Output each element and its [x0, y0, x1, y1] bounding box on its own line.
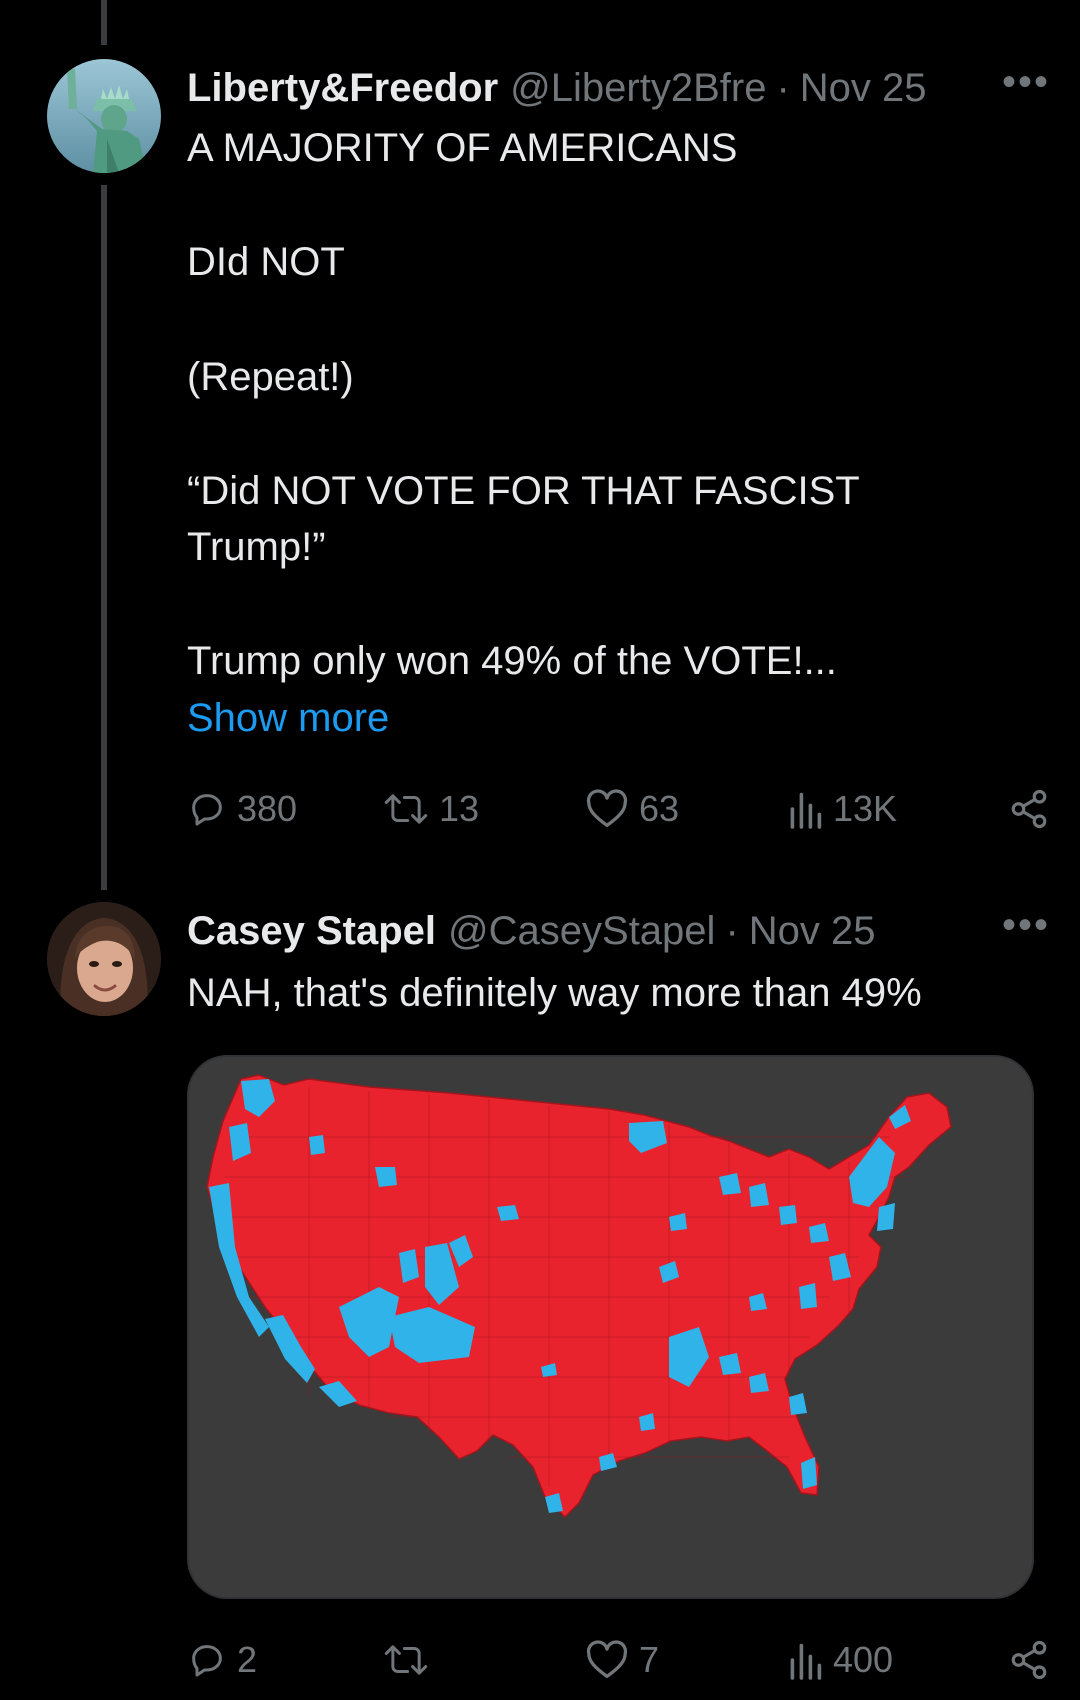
more-icon[interactable]: •••: [1002, 60, 1050, 105]
views-icon: [790, 1643, 822, 1680]
views-count: 13K: [833, 788, 898, 829]
tweet-header: Casey Stapel @CaseyStapel · Nov 25 •••: [187, 903, 1050, 959]
like-button[interactable]: 63: [585, 779, 679, 839]
reply-button[interactable]: 2: [187, 1630, 257, 1690]
statue-of-liberty-avatar: [47, 59, 161, 173]
reply-icon: [192, 1645, 222, 1677]
tweet-date[interactable]: Nov 25: [749, 909, 876, 954]
reply-count: 2: [237, 1639, 258, 1680]
share-button[interactable]: [1008, 779, 1050, 839]
thread-line: [101, 185, 107, 890]
display-name[interactable]: Liberty&Freedor: [187, 66, 498, 111]
tweet-line: “Did NOT VOTE FOR THAT FASCIST: [187, 469, 860, 513]
views-button[interactable]: 400: [787, 1630, 893, 1690]
display-name[interactable]: Casey Stapel: [187, 909, 436, 954]
separator: ·: [725, 908, 739, 953]
repost-button[interactable]: [383, 1630, 439, 1690]
user-handle[interactable]: @Liberty2Bfre: [510, 66, 766, 111]
repost-icon: [384, 794, 428, 824]
like-button[interactable]: 7: [585, 1630, 659, 1690]
show-more-link[interactable]: Show more: [187, 690, 389, 746]
views-button[interactable]: 13K: [787, 779, 897, 839]
user-handle[interactable]: @CaseyStapel: [448, 909, 715, 954]
views-icon: [790, 792, 822, 829]
more-icon[interactable]: •••: [1002, 903, 1050, 948]
tweet-header: Liberty&Freedor @Liberty2Bfre · Nov 25 •…: [187, 60, 1050, 116]
thread-line-top: [101, 0, 107, 45]
like-icon: [586, 789, 628, 827]
tweet-line: Trump!”: [187, 525, 326, 569]
like-count: 7: [639, 1639, 660, 1680]
tweet-date[interactable]: Nov 25: [800, 66, 927, 111]
tweet-line: Trump only won 49% of the VOTE!...: [187, 639, 837, 683]
tweet-actions: 2 7 400: [187, 1630, 1050, 1690]
map-image[interactable]: [187, 1055, 1034, 1599]
share-button[interactable]: [1008, 1630, 1050, 1690]
county-election-map: [206, 1074, 952, 1519]
avatar[interactable]: [47, 59, 161, 173]
repost-button[interactable]: 13: [383, 779, 479, 839]
profile-photo: [47, 902, 161, 1016]
tweet-line: (Repeat!): [187, 355, 354, 399]
reply-count: 380: [237, 788, 298, 829]
like-icon: [586, 1640, 628, 1678]
tweet-actions: 380 13 63 13K: [187, 779, 1050, 839]
tweet-line: A MAJORITY OF AMERICANS: [187, 126, 738, 170]
repost-count: 13: [439, 788, 480, 829]
tweet-text: NAH, that's definitely way more than 49%: [187, 971, 922, 1015]
separator: ·: [776, 65, 790, 110]
share-icon: [1011, 789, 1047, 829]
share-icon: [1011, 1640, 1047, 1680]
like-count: 63: [639, 788, 680, 829]
reply-icon: [192, 794, 222, 826]
repost-icon: [384, 1645, 428, 1675]
avatar[interactable]: [47, 902, 161, 1016]
views-count: 400: [833, 1639, 894, 1680]
tweet-line: DId NOT: [187, 240, 345, 284]
reply-button[interactable]: 380: [187, 779, 297, 839]
